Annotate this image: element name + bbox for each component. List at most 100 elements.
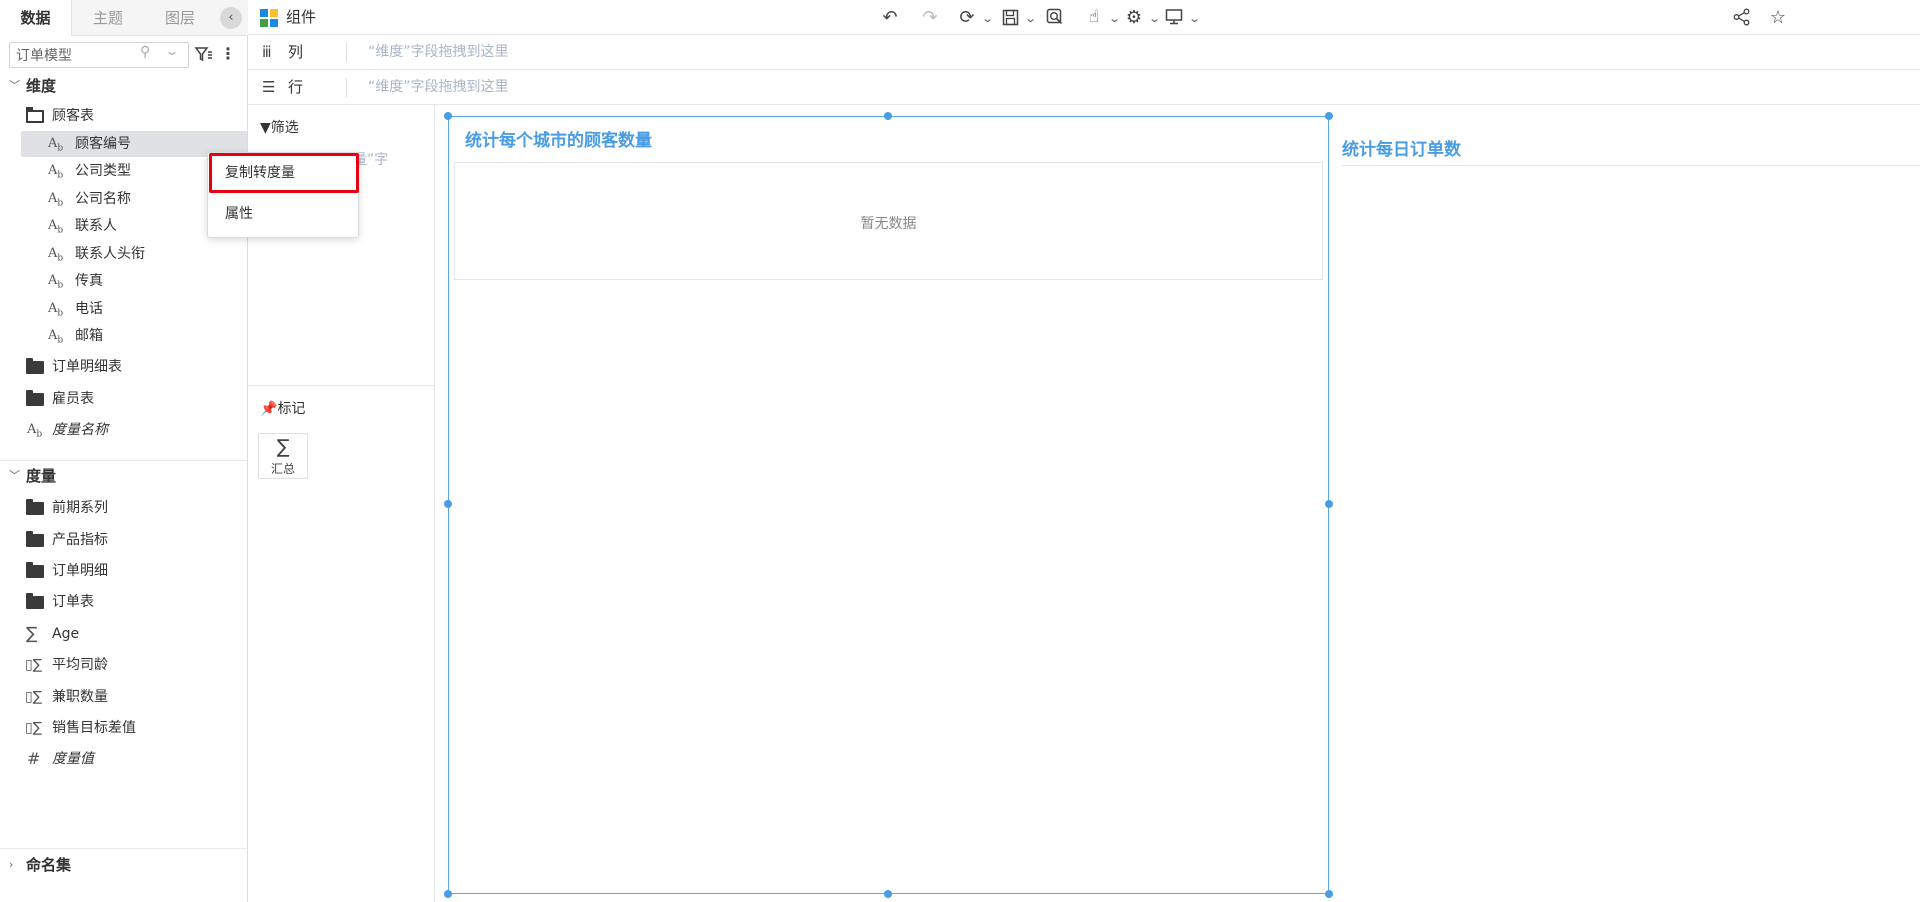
field-label: 联系人头衔 (75, 246, 145, 262)
field-measure-names[interactable]: Ab 度量名称 (0, 417, 247, 443)
component-icon[interactable] (260, 9, 278, 27)
measure-avg-tenure[interactable]: ▯∑ 平均司龄 (0, 652, 247, 678)
widget-city-customer-count[interactable]: 统计每个城市的顾客数量 暂无数据 (448, 116, 1329, 894)
folder-label: 订单明细 (52, 563, 108, 579)
folder-product-metrics[interactable]: 产品指标 (0, 527, 247, 553)
preview-icon[interactable] (1043, 0, 1067, 35)
redo-icon[interactable]: ↷ (918, 0, 942, 35)
summary-button[interactable]: ∑ 汇总 (258, 433, 308, 479)
field-label: 平均司龄 (52, 657, 108, 673)
folder-icon (26, 531, 44, 547)
widget-daily-order-count[interactable]: 统计每日订单数 (1342, 116, 1920, 166)
monitor-icon[interactable] (1162, 0, 1186, 35)
model-input[interactable] (16, 46, 134, 64)
rows-shelf[interactable]: ☰ 行 “维度”字段拖拽到这里 (248, 70, 1920, 105)
field-label: Age (52, 626, 80, 642)
calc-sigma-icon: ▯∑ (25, 657, 43, 673)
measure-sales-target-diff[interactable]: ▯∑ 销售目标差值 (0, 715, 247, 741)
resize-handle-left[interactable] (444, 500, 452, 508)
chevron-down-icon: ﹀ (9, 469, 20, 482)
folder-customer-table[interactable]: 顾客表 (0, 103, 247, 129)
dimensions-section[interactable]: ﹀ 维度 (0, 73, 247, 99)
hand-icon[interactable]: ☝ (1082, 0, 1106, 35)
text-field-icon: Ab (27, 422, 43, 440)
resize-handle-right[interactable] (1325, 500, 1333, 508)
filter-list-icon[interactable] (194, 44, 214, 64)
folder-employees-table[interactable]: 雇员表 (0, 386, 247, 412)
field-label: 联系人 (75, 218, 117, 234)
model-select[interactable]: ⚲ ⌄ (9, 42, 189, 68)
measure-values[interactable]: # 度量值 (0, 746, 247, 772)
folder-order-details-table[interactable]: 订单明细表 (0, 354, 247, 380)
refresh-icon[interactable]: ⟳ (955, 0, 979, 35)
folder-icon (26, 358, 44, 374)
save-icon[interactable] (998, 0, 1022, 35)
resize-handle-top-left[interactable] (444, 112, 452, 120)
filter-icon: ▼ (260, 120, 271, 136)
calc-sigma-icon: ▯∑ (25, 689, 43, 705)
measure-parttime-count[interactable]: ▯∑ 兼职数量 (0, 684, 247, 710)
resize-handle-bottom-right[interactable] (1325, 890, 1333, 898)
divider (346, 78, 347, 97)
tab-data[interactable]: 数据 (0, 0, 72, 36)
empty-state-text: 暂无数据 (860, 216, 917, 232)
resize-handle-bottom-left[interactable] (444, 890, 452, 898)
field-phone[interactable]: Ab 电话 (0, 296, 247, 322)
data-table[interactable]: 暂无数据 (454, 162, 1323, 280)
field-fax[interactable]: Ab 传真 (0, 268, 247, 294)
field-label: 顾客编号 (75, 136, 131, 152)
share-icon[interactable] (1730, 0, 1754, 35)
named-sets-section[interactable]: › 命名集 (0, 852, 247, 878)
data-panel: 数据 主题 图层 ‹ ⚲ ⌄ ⋮ ﹀ 维度 顾客表 Ab 顾客编号 Ab 公司类… (0, 0, 248, 902)
folder-orders[interactable]: 订单表 (0, 589, 247, 615)
chevron-down-icon[interactable]: ⌄ (1108, 0, 1121, 35)
field-label: 电话 (75, 301, 103, 317)
folder-prior-series[interactable]: 前期系列 (0, 495, 247, 521)
chevron-down-icon[interactable]: ⌄ (1188, 0, 1201, 35)
collapse-panel-button[interactable]: ‹ (220, 7, 242, 29)
text-field-icon: Ab (48, 218, 64, 236)
menu-item-properties[interactable]: 属性 (208, 197, 358, 231)
folder-label: 订单明细表 (52, 359, 122, 375)
columns-shelf[interactable]: ⅲ 列 “维度”字段拖拽到这里 (248, 35, 1920, 70)
gear-icon[interactable]: ⚙ (1122, 0, 1146, 35)
dashboard-canvas[interactable]: 统计每个城市的顾客数量 暂无数据 统计每日订单数 (436, 105, 1920, 902)
resize-handle-bottom[interactable] (884, 890, 892, 898)
resize-handle-top[interactable] (884, 112, 892, 120)
calc-sigma-icon: ▯∑ (25, 720, 43, 736)
menu-item-copy-to-measure[interactable]: 复制转度量 (208, 156, 358, 190)
filter-section[interactable]: ▼筛选 (260, 117, 299, 137)
field-label: 传真 (75, 273, 103, 289)
chevron-down-icon[interactable]: ⌄ (1148, 0, 1161, 35)
marks-label: 标记 (277, 401, 306, 417)
folder-icon (26, 499, 44, 515)
chevron-down-icon[interactable]: ⌄ (164, 44, 179, 58)
chevron-right-icon: › (9, 858, 14, 871)
sigma-icon: ∑ (276, 436, 290, 458)
text-field-icon: Ab (48, 163, 64, 181)
folder-label: 前期系列 (52, 500, 108, 516)
star-icon[interactable]: ☆ (1766, 0, 1790, 35)
columns-label: 列 (288, 43, 304, 61)
text-field-icon: Ab (48, 273, 64, 291)
chevron-down-icon[interactable]: ⌄ (981, 0, 994, 35)
resize-handle-top-right[interactable] (1325, 112, 1333, 120)
component-label[interactable]: 组件 (286, 0, 316, 35)
search-icon[interactable]: ⚲ (140, 44, 150, 60)
undo-icon[interactable]: ↶ (878, 0, 902, 35)
chevron-left-icon: ‹ (228, 10, 234, 25)
folder-icon (26, 390, 44, 406)
folder-order-details[interactable]: 订单明细 (0, 558, 247, 584)
divider (346, 43, 347, 62)
more-vertical-icon[interactable]: ⋮ (220, 44, 236, 64)
tab-layers[interactable]: 图层 (144, 0, 216, 36)
rows-label: 行 (288, 78, 304, 96)
tab-theme[interactable]: 主题 (72, 0, 144, 36)
measures-section[interactable]: ﹀ 度量 (0, 463, 247, 489)
pin-icon: 📌 (260, 401, 278, 417)
measure-age[interactable]: ∑ Age (0, 621, 247, 647)
chevron-down-icon[interactable]: ⌄ (1024, 0, 1037, 35)
field-email[interactable]: Ab 邮箱 (0, 323, 247, 349)
field-contact-title[interactable]: Ab 联系人头衔 (0, 241, 247, 267)
field-label: 公司类型 (75, 163, 131, 179)
